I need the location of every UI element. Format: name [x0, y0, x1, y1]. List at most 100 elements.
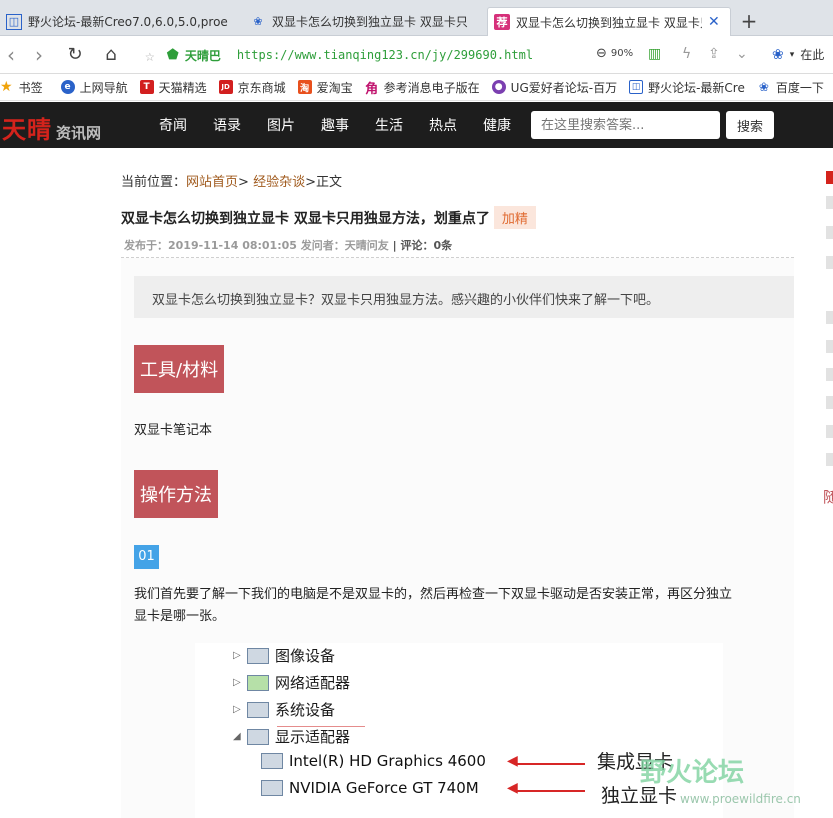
- featured-badge: 加精: [493, 206, 536, 229]
- nav-item-qiwen[interactable]: 奇闻: [159, 115, 187, 135]
- breadcrumb: 当前位置：网站首页> 经验杂谈>正文: [121, 171, 342, 190]
- zoom-icon: ⊖: [596, 46, 607, 61]
- step-text-line: 我们首先要了解一下我们的电脑是不是双显卡的，然后再检查一下双显卡驱动是否安装正常…: [134, 587, 733, 602]
- tools-text: 双显卡笔记本: [134, 423, 213, 438]
- device-label: 网络适配器: [275, 674, 351, 692]
- bookmark-star-icon[interactable]: ☆: [145, 46, 155, 65]
- breadcrumb-home-link[interactable]: 网站首页: [186, 175, 238, 190]
- reader-icon[interactable]: ▥: [648, 46, 661, 62]
- star-icon: ★: [0, 79, 13, 95]
- paw-icon: ❀: [758, 80, 769, 94]
- gpu-label: Intel(R) HD Graphics 4600: [289, 752, 486, 770]
- address-bar[interactable]: ☆ ⬟ 天晴巴 https://www.tianqing123.cn/jy/29…: [145, 41, 765, 69]
- home-icon[interactable]: ⌂: [100, 44, 122, 66]
- bookmark-label: 京东商城: [237, 80, 286, 95]
- close-icon[interactable]: ✕: [708, 14, 720, 30]
- bookmark-label: 爱淘宝: [316, 80, 353, 95]
- browser-tab-strip: ◫ 野火论坛-最新Creo7.0,6.0,5.0,proe ❀ 双显卡怎么切换到…: [0, 0, 833, 36]
- flash-icon[interactable]: ϟ: [682, 46, 691, 62]
- arrow-head-icon: ◀: [507, 780, 518, 796]
- reference-icon: 角: [364, 80, 379, 97]
- step-text-line: 显卡是哪一张。: [134, 609, 226, 624]
- forward-icon[interactable]: ›: [28, 44, 50, 66]
- page-title: 双显卡怎么切换到独立显卡 双显卡只用独显方法，划重点了 加精: [121, 206, 536, 229]
- title-text: 双显卡怎么切换到独立显卡 双显卡只用独显方法，划重点了: [121, 210, 490, 227]
- section-heading-tools: 工具/材料: [134, 345, 225, 393]
- bookmark-item[interactable]: ◫ 野火论坛-最新Cre: [629, 79, 745, 96]
- comment-count[interactable]: | 评论：0条: [389, 239, 453, 252]
- nav-item-redian[interactable]: 热点: [429, 115, 457, 135]
- nav-item-tupian[interactable]: 图片: [267, 115, 295, 135]
- nav-item-jiankang[interactable]: 健康: [483, 115, 511, 135]
- device-category: ▷ 系统设备: [233, 699, 335, 720]
- bookmark-item[interactable]: ● UG爱好者论坛-百万: [491, 79, 617, 96]
- nav-item-qushi[interactable]: 趣事: [321, 115, 349, 135]
- divider: [121, 257, 794, 258]
- breadcrumb-separator: >: [238, 175, 254, 190]
- browser-toolbar: ‹ › ↻ ⌂ ☆ ⬟ 天晴巴 https://www.tianqing123.…: [0, 36, 833, 74]
- breadcrumb-category-link[interactable]: 经验杂谈: [253, 175, 305, 190]
- article-meta: 发布于：2019-11-14 08:01:05 发问者：天晴问友 | 评论：0条: [124, 237, 452, 253]
- tmall-icon: T: [139, 80, 154, 94]
- logo-sub-text: 资讯网: [56, 124, 102, 142]
- search-engine-box[interactable]: ❀ ▾ 在此: [772, 46, 824, 63]
- sidebar-stub: [826, 196, 833, 209]
- jian-icon: 荐: [494, 14, 510, 30]
- watermark-url: www.proewildfire.cn: [680, 792, 801, 806]
- tab-active-article[interactable]: 荐 双显卡怎么切换到独立显卡 双显卡只 ✕: [487, 7, 731, 36]
- device-category: ▷ 图像设备: [233, 645, 335, 666]
- bookmark-item[interactable]: JD 京东商城: [218, 79, 286, 96]
- device-manager-image: ▷ 图像设备 ▷ 网络适配器 ▷ 系统设备 ◢ 显示适配器 Intel(R) H…: [195, 643, 723, 818]
- sidebar-partial-text[interactable]: 随: [823, 486, 833, 507]
- bookmark-item[interactable]: 角 参考消息电子版在: [364, 79, 480, 97]
- site-name: 天晴巴: [184, 48, 221, 63]
- bookmark-item[interactable]: T 天猫精选: [139, 79, 207, 96]
- refresh-icon[interactable]: ↻: [64, 44, 86, 66]
- device-label: 系统设备: [275, 701, 336, 719]
- chevron-right-icon: ▷: [233, 650, 241, 661]
- device-category: ◢ 显示适配器: [233, 726, 350, 747]
- shield-icon: ⬟: [166, 47, 179, 63]
- sidebar-marker: [826, 171, 833, 184]
- bookmark-item[interactable]: e 上网导航: [60, 79, 128, 96]
- chevron-right-icon: ▷: [233, 677, 241, 688]
- sidebar-stub: [826, 226, 833, 239]
- sidebar-stub: [826, 368, 833, 381]
- arrow-line: [515, 763, 585, 765]
- logo-main-text: 天晴: [2, 115, 52, 144]
- sidebar-stub: [826, 340, 833, 353]
- step-number-badge: 01: [134, 545, 159, 569]
- breadcrumb-current: >正文: [305, 175, 342, 190]
- chevron-down-icon: ▾: [789, 49, 795, 60]
- gpu-row: NVIDIA GeForce GT 740M: [261, 779, 479, 797]
- doc-icon: ◫: [629, 80, 644, 94]
- bookmark-label: 天猫精选: [158, 80, 207, 95]
- network-icon: [247, 674, 269, 691]
- bookmark-label: 参考消息电子版在: [383, 80, 480, 95]
- display-adapter-icon: [261, 780, 283, 796]
- paw-icon: ❀: [772, 46, 784, 63]
- tab-proewildfire[interactable]: ◫ 野火论坛-最新Creo7.0,6.0,5.0,proe: [0, 7, 236, 36]
- search-button[interactable]: 搜索: [726, 111, 774, 139]
- step-text: 我们首先要了解一下我们的电脑是不是双显卡的，然后再检查一下双显卡驱动是否安装正常…: [134, 584, 732, 628]
- site-nav: 奇闻 语录 图片 趣事 生活 热点 健康: [159, 102, 537, 148]
- chevron-down-icon[interactable]: ⌄: [736, 46, 748, 62]
- site-logo[interactable]: 天晴 资讯网: [2, 110, 101, 145]
- nav-item-shenghuo[interactable]: 生活: [375, 115, 403, 135]
- device-label: 显示适配器: [275, 728, 351, 746]
- tab-baidu-article[interactable]: ❀ 双显卡怎么切换到独立显卡 双显卡只: [244, 7, 480, 36]
- zoom-indicator[interactable]: ⊖ 90%: [596, 46, 633, 61]
- back-icon[interactable]: ‹: [0, 44, 22, 66]
- share-icon[interactable]: ⇪: [708, 46, 720, 62]
- search-input[interactable]: [531, 111, 720, 139]
- bookmark-item[interactable]: ★ 书签: [0, 79, 43, 96]
- url-text[interactable]: https://www.tianqing123.cn/jy/299690.htm…: [237, 48, 533, 62]
- arrow-head-icon: ◀: [507, 753, 518, 769]
- sidebar-stub: [826, 256, 833, 269]
- bookmark-item[interactable]: 淘 爱淘宝: [297, 79, 353, 96]
- camera-icon: [247, 647, 269, 664]
- new-tab-icon[interactable]: +: [739, 8, 759, 34]
- computer-icon: [247, 701, 269, 718]
- nav-item-yulu[interactable]: 语录: [213, 115, 241, 135]
- bookmark-item[interactable]: ❀ 百度一下: [757, 79, 824, 96]
